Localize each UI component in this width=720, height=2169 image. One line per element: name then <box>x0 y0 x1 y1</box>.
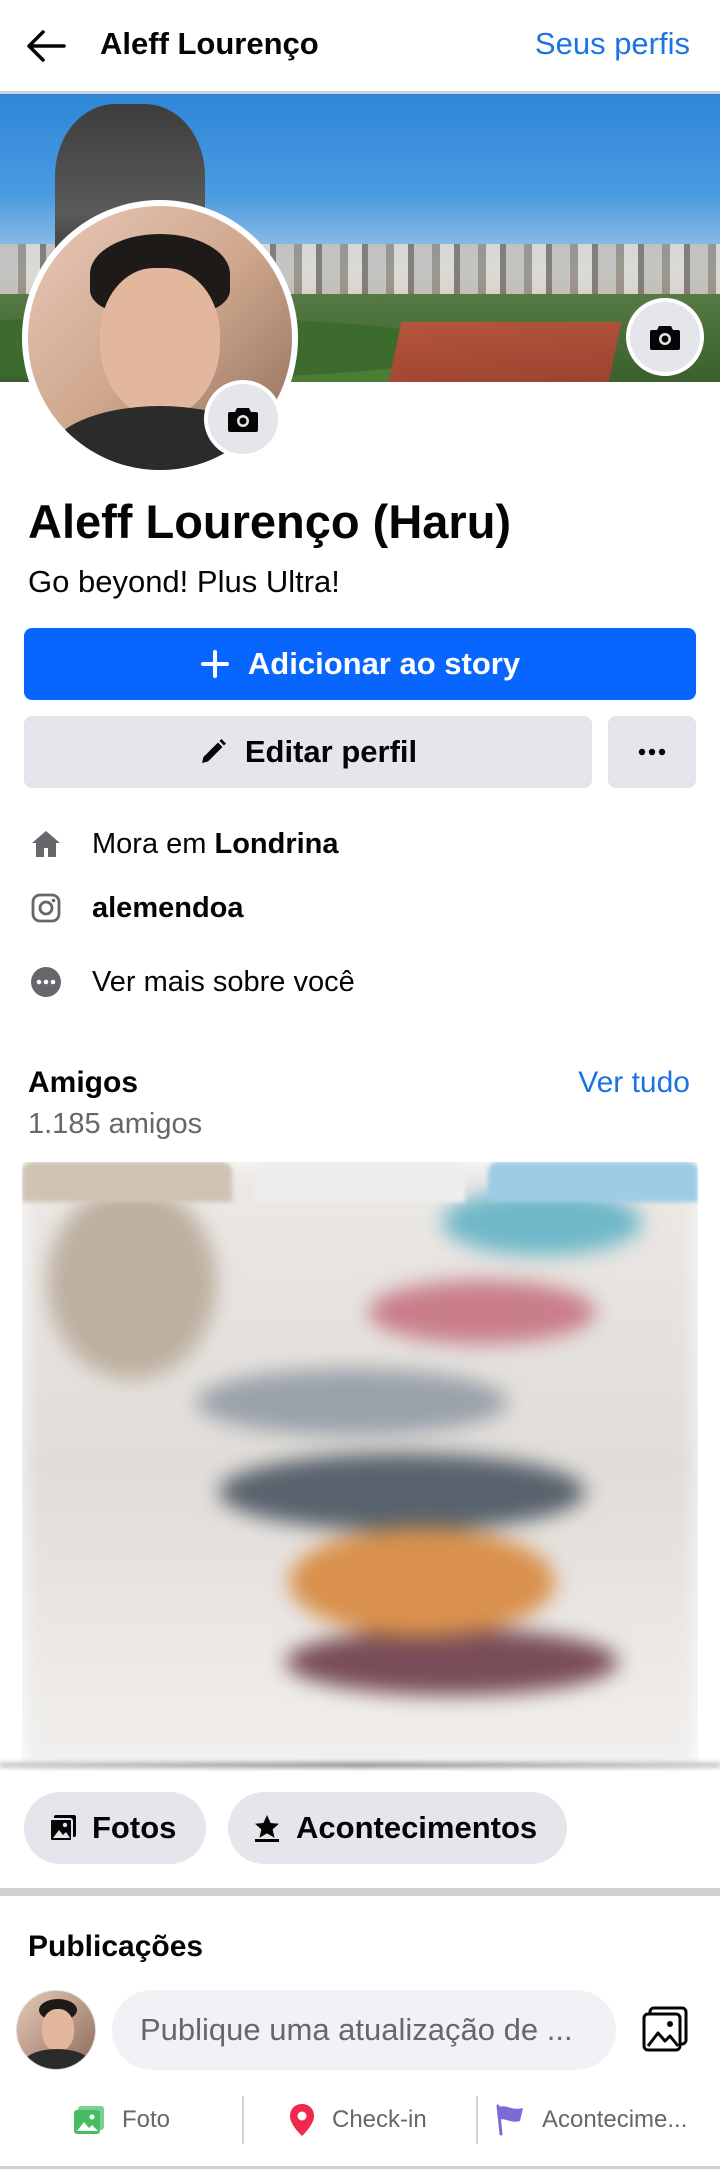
home-icon <box>28 826 64 862</box>
star-icon <box>255 1815 279 1842</box>
top-bar: Aleff Lourenço Seus perfis <box>0 0 720 91</box>
more-options-button[interactable] <box>608 716 696 788</box>
post-composer-input[interactable]: Publique uma atualização de ... <box>112 1990 616 2070</box>
page-title: Aleff Lourenço <box>100 26 319 61</box>
pencil-icon <box>201 739 226 763</box>
add-to-story-button[interactable]: Adicionar ao story <box>24 628 696 700</box>
friends-count: 1.185 amigos <box>28 1108 203 1140</box>
edit-cover-button[interactable] <box>626 298 704 376</box>
action-separator <box>242 2096 244 2144</box>
see-more-about-you[interactable]: Ver mais sobre você <box>28 960 355 1004</box>
photos-chip[interactable]: Fotos <box>24 1792 207 1864</box>
add-photo-button[interactable] <box>638 2002 692 2056</box>
ellipsis-circle-icon <box>28 964 64 1000</box>
see-all-friends-link[interactable]: Ver tudo <box>578 1066 690 1100</box>
friend-tile[interactable] <box>22 1162 232 1202</box>
friends-grid-edge <box>0 1762 720 1768</box>
events-chip[interactable]: Acontecimentos <box>228 1792 568 1864</box>
flag-icon <box>496 2104 523 2136</box>
edit-profile-button[interactable]: Editar perfil <box>24 716 592 788</box>
camera-icon <box>650 326 680 350</box>
back-button[interactable] <box>22 22 70 70</box>
your-profiles-link[interactable]: Seus perfis <box>535 26 690 62</box>
photo-action[interactable]: Foto <box>72 2096 170 2144</box>
friends-title: Amigos <box>28 1066 139 1099</box>
back-arrow-icon <box>27 30 66 62</box>
avatar-face <box>100 268 220 418</box>
instagram-icon <box>28 890 64 926</box>
composer-avatar-shirt <box>23 2049 91 2069</box>
edit-avatar-button[interactable] <box>204 380 282 458</box>
plus-icon <box>200 650 229 678</box>
photos-icon <box>49 1815 76 1842</box>
checkin-action-label: Check-in <box>332 2106 427 2133</box>
instagram-handle: alemendoa <box>92 891 244 924</box>
photo-action-label: Foto <box>122 2106 171 2133</box>
composer-avatar-face <box>42 2009 74 2051</box>
section-divider <box>0 1888 720 1896</box>
events-action[interactable]: Acontecime... <box>494 2096 687 2144</box>
image-add-icon <box>642 2006 688 2052</box>
events-chip-label: Acontecimentos <box>296 1810 538 1845</box>
lives-in-prefix: Mora em <box>92 827 207 860</box>
more-dots-icon <box>638 748 666 756</box>
checkin-action[interactable]: Check-in <box>288 2096 427 2144</box>
cover-roof <box>388 322 622 382</box>
profile-name: Aleff Lourenço (Haru) <box>28 495 512 548</box>
friends-grid[interactable] <box>22 1162 698 1770</box>
detail-lives-in: Mora em Londrina <box>28 822 339 866</box>
friends-grid-blurred-image <box>22 1162 698 1770</box>
camera-icon <box>228 408 258 432</box>
friend-tile[interactable] <box>488 1162 698 1202</box>
see-more-label: Ver mais sobre você <box>92 965 355 998</box>
location-pin-icon <box>290 2104 314 2136</box>
action-separator <box>476 2096 478 2144</box>
add-to-story-label: Adicionar ao story <box>247 646 521 681</box>
friend-tile[interactable] <box>255 1162 465 1202</box>
composer-avatar[interactable] <box>16 1990 96 2070</box>
posts-title: Publicações <box>28 1930 204 1963</box>
profile-bio: Go beyond! Plus Ultra! <box>28 564 340 599</box>
events-action-label: Acontecime... <box>542 2106 688 2133</box>
edit-profile-label: Editar perfil <box>244 734 418 769</box>
detail-instagram[interactable]: alemendoa <box>28 886 244 930</box>
photos-icon <box>74 2106 104 2134</box>
lives-in-city[interactable]: Londrina <box>214 828 338 861</box>
photos-chip-label: Fotos <box>92 1810 177 1845</box>
